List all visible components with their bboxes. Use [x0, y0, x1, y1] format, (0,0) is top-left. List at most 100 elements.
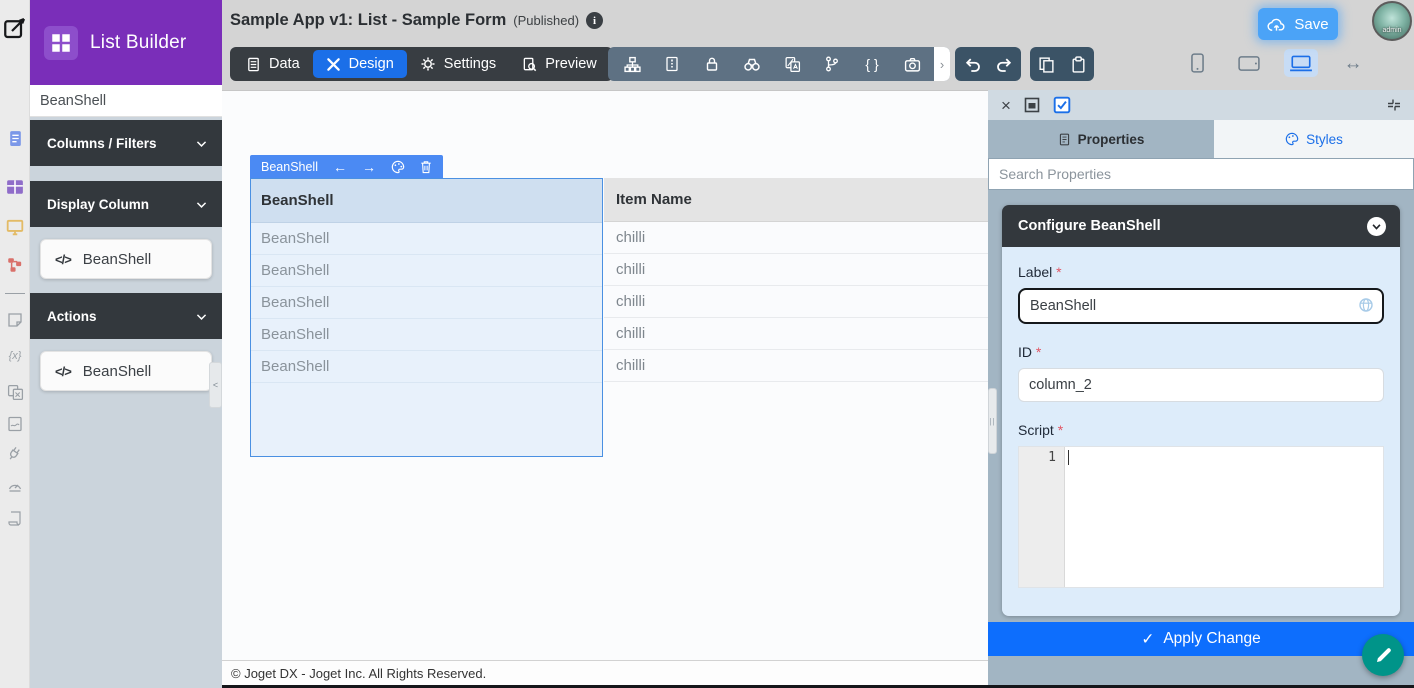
script-field-label: Script *	[1018, 422, 1384, 438]
line-number-gutter: 1	[1019, 447, 1065, 587]
edit-builder-icon[interactable]	[0, 16, 30, 40]
list-column-item-name[interactable]: Item Name chilli chilli chilli chilli ch…	[604, 178, 988, 382]
canvas-footer: © Joget DX - Joget Inc. All Rights Reser…	[222, 660, 988, 686]
tablet-preview-icon[interactable]	[1232, 49, 1266, 77]
process-builder-icon[interactable]	[0, 256, 30, 274]
published-badge: (Published)	[513, 13, 579, 28]
tab-properties[interactable]: Properties	[988, 120, 1214, 158]
review-binoculars-icon[interactable]	[732, 47, 772, 81]
multi-select-checkbox-icon[interactable]	[1053, 96, 1071, 114]
collapse-panel-icon[interactable]	[1386, 97, 1402, 113]
tab-settings[interactable]: Settings	[407, 50, 509, 78]
column-header-cell[interactable]: BeanShell	[251, 179, 602, 223]
form-builder-icon[interactable]	[0, 130, 30, 147]
redo-icon[interactable]	[990, 55, 1018, 74]
text-caret	[1068, 450, 1069, 465]
list-column-beanshell-selected[interactable]: BeanShell BeanShell BeanShell BeanShell …	[250, 178, 603, 457]
chevron-down-icon	[195, 137, 208, 150]
pencil-icon	[1374, 646, 1393, 665]
rail-divider	[5, 293, 25, 294]
git-branch-icon[interactable]	[812, 47, 852, 81]
label-field-label: Label *	[1018, 264, 1384, 280]
gear-icon	[420, 56, 436, 72]
move-right-icon[interactable]: →	[362, 159, 376, 175]
screenshot-camera-icon[interactable]	[892, 47, 932, 81]
tab-design[interactable]: Design	[313, 50, 407, 78]
script-code-area[interactable]	[1065, 447, 1383, 587]
table-cell-item-name: chilli	[604, 254, 988, 286]
sidebar-section-actions[interactable]: Actions	[30, 293, 222, 339]
id-field-input[interactable]	[1018, 368, 1384, 402]
save-button[interactable]: Save	[1258, 8, 1338, 40]
tab-styles[interactable]: Styles	[1214, 120, 1414, 158]
builder-tools-toolbar: { } ›	[608, 47, 950, 81]
apply-change-button[interactable]: ✓ Apply Change	[988, 622, 1414, 656]
notes-icon[interactable]	[0, 312, 30, 328]
copy-icon[interactable]	[1032, 56, 1060, 73]
full-width-preview-icon[interactable]: ↔	[1336, 49, 1370, 77]
styles-palette-icon	[1285, 132, 1299, 146]
performance-icon[interactable]	[0, 478, 30, 494]
sidebar-search-input[interactable]	[30, 93, 227, 109]
userview-builder-icon[interactable]	[0, 218, 30, 236]
selected-element-label: BeanShell	[261, 160, 318, 174]
collapse-section-icon[interactable]	[1367, 217, 1386, 236]
toolbar-overflow-icon[interactable]: ›	[934, 47, 950, 81]
style-palette-icon[interactable]	[391, 160, 405, 174]
table-cell-item-name: chilli	[604, 350, 988, 382]
sidebar-section-columns-filters[interactable]: Columns / Filters	[30, 120, 222, 166]
dock-window-icon[interactable]	[1024, 97, 1040, 113]
palette-item-beanshell-action[interactable]: </> BeanShell	[40, 351, 212, 391]
tab-data[interactable]: Data	[233, 50, 313, 78]
structure-tree-icon[interactable]	[612, 47, 652, 81]
info-icon[interactable]: i	[586, 12, 603, 29]
panel-resize-handle[interactable]: ||	[988, 388, 997, 454]
table-cell-item-name: chilli	[604, 318, 988, 350]
configure-section-body: Label * ID * Script * 1	[1002, 247, 1400, 616]
data-icon	[246, 57, 261, 72]
permission-lock-icon[interactable]	[692, 47, 732, 81]
localization-icon[interactable]	[0, 384, 30, 401]
document-icon	[1058, 133, 1071, 146]
variables-icon[interactable]: {x}	[0, 350, 30, 362]
mobile-preview-icon[interactable]	[1180, 49, 1214, 77]
tab-preview[interactable]: Preview	[509, 50, 610, 78]
properties-styles-tabs: Properties Styles	[988, 120, 1414, 158]
move-left-icon[interactable]: ←	[333, 159, 347, 175]
edit-fab-button[interactable]	[1362, 634, 1404, 676]
sidebar-search: ×	[30, 85, 222, 117]
builder-mode-tabs: Data Design Settings Preview	[230, 47, 613, 81]
logs-icon[interactable]	[0, 510, 30, 526]
export-template-icon[interactable]	[652, 47, 692, 81]
translate-icon[interactable]	[772, 47, 812, 81]
design-canvas: BeanShell ← → BeanShell BeanShell BeanSh…	[222, 90, 988, 686]
palette-item-beanshell-column[interactable]: </> BeanShell	[40, 239, 212, 279]
json-braces-icon[interactable]: { }	[852, 47, 892, 81]
table-cell-beanshell: BeanShell	[251, 255, 602, 287]
page-title: Sample App v1: List - Sample Form	[230, 11, 506, 30]
undo-icon[interactable]	[958, 55, 986, 74]
table-cell-beanshell: BeanShell	[251, 223, 602, 255]
builder-brand: List Builder	[30, 0, 222, 85]
code-icon: </>	[55, 364, 71, 379]
table-cell-beanshell: BeanShell	[251, 351, 602, 383]
device-preview-switcher: ↔	[1180, 49, 1370, 77]
configure-section-header[interactable]: Configure BeanShell	[1002, 205, 1400, 247]
column-header-cell[interactable]: Item Name	[604, 178, 988, 222]
list-builder-app: {x} List Builder × Columns / Fil	[0, 0, 1414, 688]
close-panel-icon[interactable]: ×	[1001, 97, 1011, 114]
script-code-editor[interactable]: 1	[1018, 446, 1384, 588]
delete-trash-icon[interactable]	[420, 160, 432, 174]
plugins-icon[interactable]	[0, 446, 30, 462]
user-avatar[interactable]: admin	[1372, 1, 1412, 41]
properties-panel-header: ×	[988, 90, 1414, 120]
search-properties-input[interactable]	[988, 158, 1414, 190]
i18n-globe-icon[interactable]	[1358, 297, 1374, 313]
page-template-icon[interactable]	[0, 416, 30, 432]
list-builder-icon[interactable]	[0, 178, 30, 196]
sidebar-section-display-column[interactable]: Display Column	[30, 181, 222, 227]
sidebar-collapse-handle[interactable]: <	[209, 362, 222, 408]
paste-icon[interactable]	[1064, 56, 1092, 73]
desktop-preview-icon[interactable]	[1284, 49, 1318, 77]
label-field-input[interactable]	[1018, 288, 1384, 324]
